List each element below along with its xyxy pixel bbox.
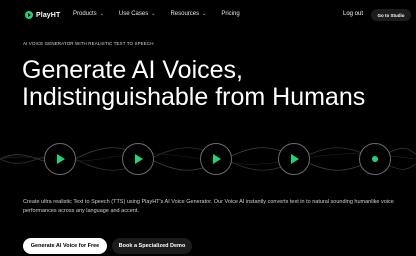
hero-title: Generate AI Voices, Indistinguishable fr… bbox=[22, 57, 402, 111]
menu-label: Resources bbox=[170, 11, 200, 17]
menu-use-cases[interactable]: Use Cases ⌄ bbox=[119, 11, 156, 17]
voice-sample-active-button[interactable] bbox=[359, 143, 391, 175]
play-icon bbox=[135, 154, 143, 164]
voice-sample-play-button[interactable] bbox=[278, 143, 310, 175]
book-demo-button[interactable]: Book a Specialized Demo bbox=[112, 238, 192, 254]
hero-description: Create ultra realistic Text to Speech (T… bbox=[23, 199, 394, 214]
chevron-down-icon: ⌄ bbox=[99, 11, 104, 17]
logout-link[interactable]: Log out bbox=[343, 11, 363, 17]
voice-sample-play-button[interactable] bbox=[200, 143, 232, 175]
voice-sample-play-button[interactable] bbox=[44, 143, 76, 175]
hero-eyebrow: AI VOICE GENERATOR WITH REALISTIC TEXT T… bbox=[23, 41, 154, 46]
brand-name: PlayHT bbox=[36, 11, 61, 19]
chevron-down-icon: ⌄ bbox=[151, 11, 156, 17]
play-icon bbox=[57, 154, 65, 164]
menu-label: Pricing bbox=[221, 11, 240, 17]
main-menu: Products ⌄ Use Cases ⌄ Resources ⌄ Prici… bbox=[73, 11, 255, 17]
menu-label: Products bbox=[73, 11, 97, 17]
dot-icon bbox=[372, 156, 378, 162]
chevron-down-icon: ⌄ bbox=[202, 11, 207, 17]
top-nav: PlayHT Products ⌄ Use Cases ⌄ Resources … bbox=[0, 0, 416, 30]
menu-resources[interactable]: Resources ⌄ bbox=[170, 11, 206, 17]
generate-ai-voice-button[interactable]: Generate AI Voice for Free bbox=[23, 238, 107, 254]
menu-label: Use Cases bbox=[118, 11, 149, 17]
go-to-studio-button[interactable]: Go to Studio bbox=[371, 9, 411, 21]
hero-title-line1: Generate AI Voices, bbox=[22, 56, 243, 84]
voice-sample-play-button[interactable] bbox=[122, 143, 154, 175]
play-icon bbox=[213, 154, 221, 164]
brand-logo[interactable]: PlayHT bbox=[25, 11, 60, 19]
menu-pricing[interactable]: Pricing bbox=[221, 11, 239, 17]
logo-play-icon bbox=[25, 11, 33, 19]
hero-title-line2: Indistinguishable from Humans bbox=[22, 83, 366, 111]
menu-products[interactable]: Products ⌄ bbox=[73, 11, 104, 17]
play-icon bbox=[291, 154, 299, 164]
